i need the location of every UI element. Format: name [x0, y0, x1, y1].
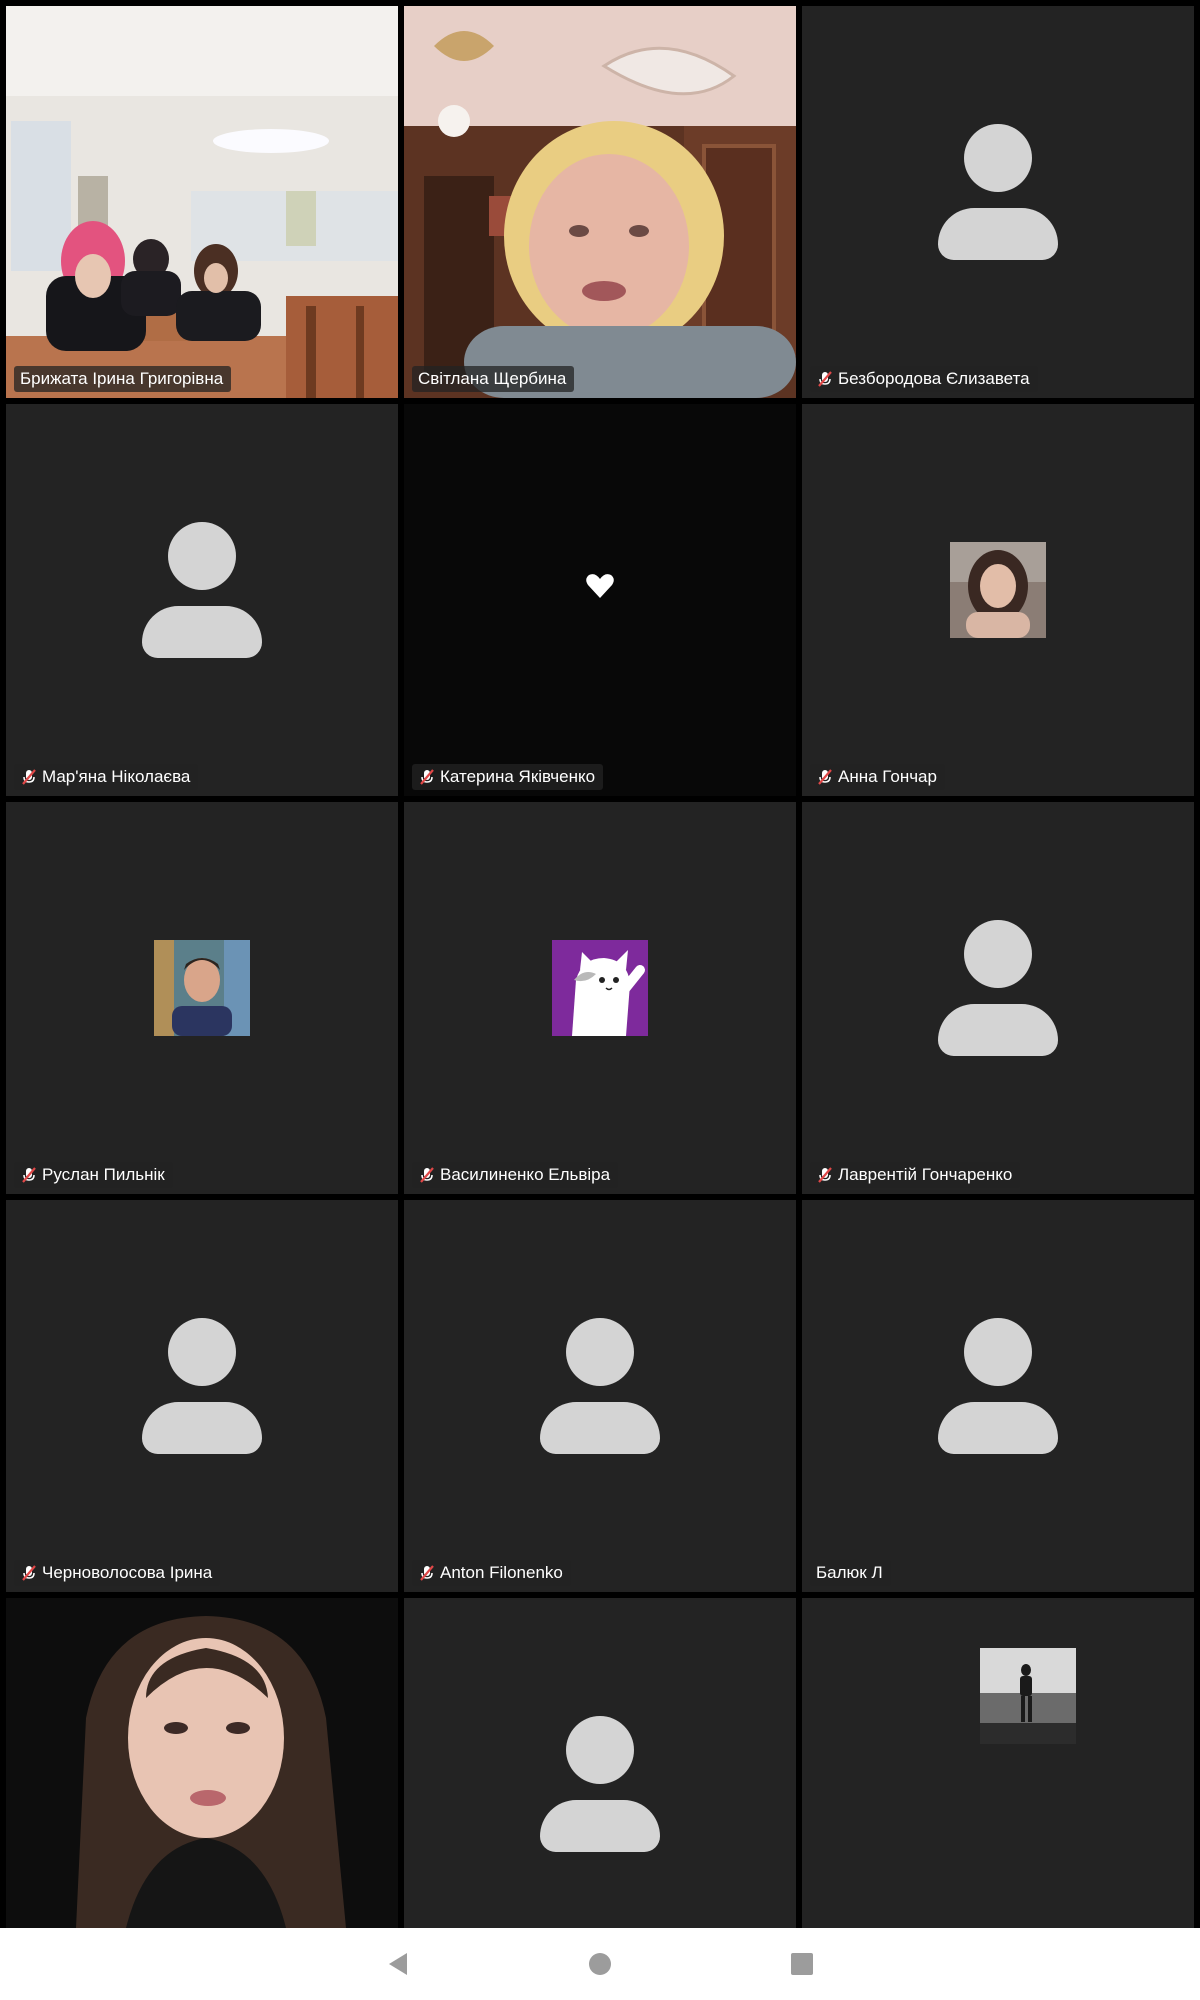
participant-name-label: Катерина Яківченко	[412, 764, 604, 790]
back-triangle-icon	[389, 1953, 407, 1975]
participant-name: Брижата Ірина Григорівна	[20, 369, 224, 388]
profile-photo	[950, 542, 1046, 638]
mic-muted-icon	[818, 769, 832, 785]
participant-video	[404, 6, 796, 398]
participant-tile-13[interactable]	[6, 1598, 398, 1928]
profile-photo	[154, 940, 250, 1036]
participant-tile-3[interactable]: Безбородова Єлизавета	[802, 6, 1194, 398]
participant-tile-15[interactable]	[802, 1598, 1194, 1928]
participant-tile-9[interactable]: Лаврентій Гончаренко	[802, 802, 1194, 1194]
mic-muted-icon	[22, 1167, 36, 1183]
participant-name-label: Балюк Л	[810, 1560, 891, 1586]
mic-muted-icon	[22, 1565, 36, 1581]
back-button[interactable]	[382, 1948, 414, 1980]
participant-tile-1[interactable]: Брижата Ірина Григорівна	[6, 6, 398, 398]
participant-name: Катерина Яківченко	[440, 767, 596, 786]
heart-icon	[586, 574, 614, 598]
participant-name-label: Світлана Щербина	[412, 366, 575, 392]
participant-name-label: Мар'яна Ніколаєва	[14, 764, 199, 790]
participant-name-label: Anton Filonenko	[412, 1560, 571, 1586]
participant-tile-11[interactable]: Anton Filonenko	[404, 1200, 796, 1592]
participant-name: Світлана Щербина	[418, 369, 567, 388]
participant-name-label: Руслан Пильнік	[14, 1162, 173, 1188]
participant-grid: Брижата Ірина Григорівна Світлана Щербин…	[0, 0, 1200, 1928]
participant-name-label: Лаврентій Гончаренко	[810, 1162, 1021, 1188]
participant-tile-5[interactable]: Катерина Яківченко	[404, 404, 796, 796]
mic-muted-icon	[420, 1565, 434, 1581]
participant-tile-6[interactable]: Анна Гончар	[802, 404, 1194, 796]
participant-tile-2[interactable]: Світлана Щербина	[404, 6, 796, 398]
participant-name: Безбородова Єлизавета	[838, 369, 1030, 388]
participant-video	[6, 1598, 398, 1928]
default-avatar-icon	[142, 522, 262, 658]
participant-name: Мар'яна Ніколаєва	[42, 767, 191, 786]
participant-video	[6, 6, 398, 398]
participant-tile-10[interactable]: Черноволосова Ірина	[6, 1200, 398, 1592]
default-avatar-icon	[938, 1318, 1058, 1454]
default-avatar-icon	[540, 1318, 660, 1454]
home-button[interactable]	[584, 1948, 616, 1980]
participant-name-label: Брижата Ірина Григорівна	[14, 366, 232, 392]
participant-name-label: Безбородова Єлизавета	[810, 366, 1038, 392]
participant-name: Лаврентій Гончаренко	[838, 1165, 1013, 1184]
home-circle-icon	[589, 1953, 611, 1975]
profile-photo	[980, 1648, 1076, 1744]
default-avatar-icon	[938, 920, 1058, 1056]
mic-muted-icon	[818, 1167, 832, 1183]
mic-muted-icon	[818, 371, 832, 387]
participant-name: Anton Filonenko	[440, 1563, 563, 1582]
participant-tile-12[interactable]: Балюк Л	[802, 1200, 1194, 1592]
participant-name-label: Черноволосова Ірина	[14, 1560, 221, 1586]
default-avatar-icon	[938, 124, 1058, 260]
recents-square-icon	[791, 1953, 813, 1975]
participant-tile-7[interactable]: Руслан Пильнік	[6, 802, 398, 1194]
participant-name: Руслан Пильнік	[42, 1165, 165, 1184]
participant-name: Балюк Л	[816, 1563, 883, 1582]
participant-tile-8[interactable]: Василиненко Ельвіра	[404, 802, 796, 1194]
cat-avatar	[552, 940, 648, 1036]
recents-button[interactable]	[786, 1948, 818, 1980]
participant-name-label: Анна Гончар	[810, 764, 945, 790]
default-avatar-icon	[540, 1716, 660, 1852]
participant-name: Черноволосова Ірина	[42, 1563, 213, 1582]
participant-tile-4[interactable]: Мар'яна Ніколаєва	[6, 404, 398, 796]
mic-muted-icon	[420, 769, 434, 785]
mic-muted-icon	[420, 1167, 434, 1183]
default-avatar-icon	[142, 1318, 262, 1454]
participant-name: Анна Гончар	[838, 767, 937, 786]
android-nav-bar	[0, 1928, 1200, 2000]
participant-tile-14[interactable]	[404, 1598, 796, 1928]
participant-name-label: Василиненко Ельвіра	[412, 1162, 619, 1188]
mic-muted-icon	[22, 769, 36, 785]
participant-name: Василиненко Ельвіра	[440, 1165, 611, 1184]
